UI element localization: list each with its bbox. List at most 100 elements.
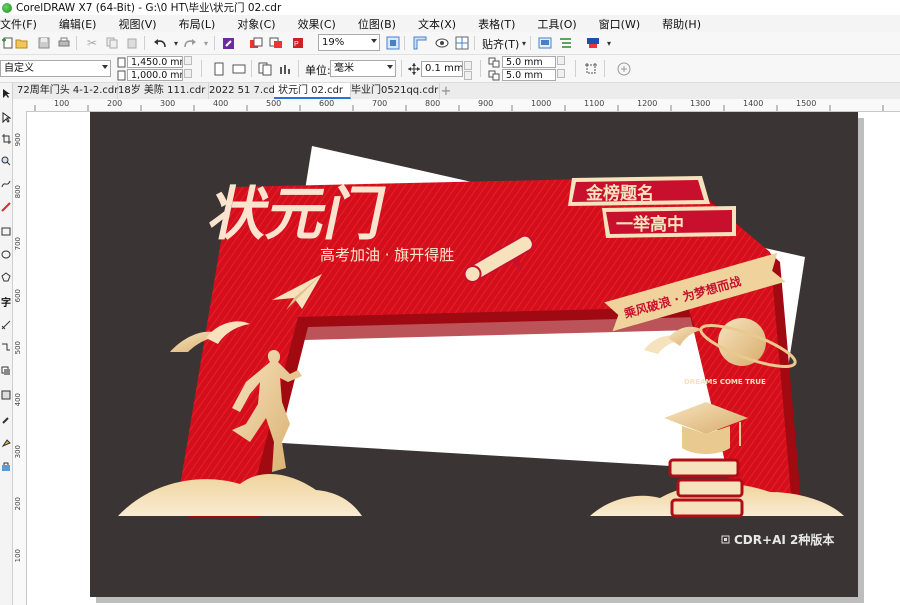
page-height-field[interactable]: 1,000.0 mm bbox=[127, 69, 183, 81]
freehand-tool-icon[interactable] bbox=[1, 178, 11, 190]
edit-bleed-icon[interactable] bbox=[583, 61, 599, 77]
window-title: CorelDRAW X7 (64-Bit) - G:\0 HT\毕业\状元门 0… bbox=[16, 2, 282, 14]
smart-fill-tool-icon[interactable] bbox=[1, 201, 11, 213]
ellipse-tool-icon[interactable] bbox=[1, 248, 11, 260]
paste-icon[interactable] bbox=[124, 35, 140, 51]
add-page-icon[interactable] bbox=[616, 61, 632, 77]
document-tab[interactable]: 18岁 美陈 111.cdr bbox=[114, 83, 209, 99]
menu-text[interactable]: 文本(X) bbox=[418, 16, 456, 32]
document-page[interactable]: 状元门 高考加油 · 旗开得胜 金榜题名 一举高中 乘风破浪 · 为梦想而战 D… bbox=[90, 112, 858, 597]
menu-layout[interactable]: 布局(L) bbox=[179, 16, 216, 32]
ruler-label: 700 bbox=[14, 237, 22, 251]
undo-icon[interactable] bbox=[152, 35, 168, 51]
polygon-tool-icon[interactable] bbox=[1, 271, 11, 283]
all-pages-icon[interactable] bbox=[257, 61, 273, 77]
landscape-icon[interactable] bbox=[231, 61, 247, 77]
menu-object[interactable]: 对象(C) bbox=[237, 16, 275, 32]
standard-toolbar: ✂ ▾ ▾ P 19% 贴齐(T) ▾ ▾ bbox=[0, 32, 900, 55]
ruler-label: 1500 bbox=[796, 99, 817, 108]
import-icon[interactable] bbox=[248, 35, 264, 51]
show-grid-icon[interactable] bbox=[434, 35, 450, 51]
smart-fill-icon[interactable] bbox=[1, 461, 11, 473]
ruler-label: 600 bbox=[319, 99, 335, 108]
menu-view[interactable]: 视图(V) bbox=[118, 16, 156, 32]
ruler-label: 100 bbox=[54, 99, 70, 108]
interactive-fill-tool-icon[interactable] bbox=[1, 437, 11, 449]
rectangle-tool-icon[interactable] bbox=[1, 225, 11, 237]
ruler-label: 100 bbox=[14, 549, 22, 563]
redo-dropdown-icon[interactable]: ▾ bbox=[198, 35, 214, 51]
document-tab-active[interactable]: 状元门 02.cdr bbox=[274, 83, 351, 99]
search-content-icon[interactable] bbox=[220, 35, 236, 51]
export-icon[interactable] bbox=[268, 35, 284, 51]
tab-label: 72周年门头 4-1-2.cdr bbox=[17, 85, 119, 96]
version-note: CDR+AI 2种版本 bbox=[734, 532, 834, 547]
document-tab[interactable]: 72周年门头 4-1-2.cdr bbox=[13, 83, 118, 99]
page-size-combo[interactable]: 自定义 bbox=[0, 60, 111, 77]
toolbox: 字 bbox=[0, 83, 13, 605]
tab-label: 18岁 美陈 111.cdr bbox=[118, 85, 206, 96]
show-guidelines-icon[interactable] bbox=[454, 35, 470, 51]
save-icon[interactable] bbox=[36, 35, 52, 51]
nudge-spinner[interactable] bbox=[464, 61, 472, 80]
snap-to-menu[interactable]: 贴齐(T) bbox=[482, 36, 519, 52]
property-bar: 自定义 1,450.0 mm 1,000.0 mm 单位: 毫米 0.1 mm … bbox=[0, 55, 900, 83]
open-folder-icon[interactable] bbox=[14, 35, 30, 51]
portrait-icon[interactable] bbox=[211, 61, 227, 77]
ruler-label: 800 bbox=[14, 185, 22, 199]
ruler-label: 1000 bbox=[531, 99, 552, 108]
application-launcher-icon[interactable] bbox=[585, 35, 601, 51]
ruler-label: 900 bbox=[478, 99, 494, 108]
launcher-dropdown-icon[interactable]: ▾ bbox=[601, 35, 617, 51]
horizontal-ruler[interactable]: 100 200 300 400 500 600 700 800 900 1000… bbox=[28, 99, 900, 112]
print-icon[interactable] bbox=[56, 35, 72, 51]
ruler-label: 700 bbox=[372, 99, 388, 108]
menu-table[interactable]: 表格(T) bbox=[478, 16, 515, 32]
connector-tool-icon[interactable] bbox=[1, 341, 11, 353]
menu-tools[interactable]: 工具(O) bbox=[537, 16, 576, 32]
duplicate-x-field[interactable]: 5.0 mm bbox=[502, 56, 556, 68]
document-tab[interactable]: 毕业门0521qq.cdr bbox=[347, 83, 440, 99]
height-icon bbox=[116, 69, 126, 81]
redo-icon[interactable] bbox=[182, 35, 198, 51]
shape-tool-icon[interactable] bbox=[1, 111, 11, 123]
zoom-tool-icon[interactable] bbox=[1, 155, 11, 167]
current-page-icon[interactable] bbox=[278, 61, 294, 77]
menu-effects[interactable]: 效果(C) bbox=[298, 16, 336, 32]
cut-icon[interactable]: ✂ bbox=[84, 35, 100, 51]
parallel-dimension-tool-icon[interactable] bbox=[1, 319, 11, 331]
ruler-label: 800 bbox=[425, 99, 441, 108]
subtitle: 高考加油 · 旗开得胜 bbox=[320, 246, 454, 264]
page-width-field[interactable]: 1,450.0 mm bbox=[127, 56, 183, 68]
ruler-label: 600 bbox=[14, 289, 22, 303]
books-and-cap-icon bbox=[664, 402, 748, 518]
units-combo[interactable]: 毫米 bbox=[330, 60, 396, 77]
drop-shadow-tool-icon[interactable] bbox=[1, 365, 11, 377]
menu-file[interactable]: 文件(F) bbox=[0, 16, 37, 32]
transparency-tool-icon[interactable] bbox=[1, 389, 11, 401]
zoom-level-combo[interactable]: 19% bbox=[318, 34, 380, 51]
duplicate-x-icon bbox=[488, 56, 501, 68]
welcome-screen-icon[interactable] bbox=[537, 35, 553, 51]
menu-window[interactable]: 窗口(W) bbox=[599, 16, 640, 32]
eyedropper-tool-icon[interactable] bbox=[1, 413, 11, 425]
new-tab-icon[interactable]: + bbox=[438, 83, 454, 99]
nudge-distance-field[interactable]: 0.1 mm bbox=[421, 61, 463, 77]
menu-edit[interactable]: 编辑(E) bbox=[59, 16, 97, 32]
copy-icon[interactable] bbox=[104, 35, 120, 51]
ruler-label: 300 bbox=[14, 445, 22, 459]
pick-tool-icon[interactable] bbox=[1, 87, 11, 99]
tab-label: 毕业门0521qq.cdr bbox=[351, 85, 439, 96]
show-rulers-icon[interactable] bbox=[412, 35, 428, 51]
text-tool-icon[interactable]: 字 bbox=[1, 295, 11, 309]
options-icon[interactable] bbox=[558, 35, 574, 51]
menu-bitmap[interactable]: 位图(B) bbox=[358, 16, 396, 32]
crop-tool-icon[interactable] bbox=[1, 133, 11, 145]
zoom-level-value: 19% bbox=[322, 37, 345, 48]
publish-pdf-icon[interactable]: P bbox=[290, 35, 306, 51]
document-tab[interactable]: 2022 51 7.cdr bbox=[205, 83, 279, 99]
vertical-ruler[interactable]: 900 800 700 600 500 400 300 200 100 bbox=[13, 111, 27, 605]
menu-help[interactable]: 帮助(H) bbox=[662, 16, 701, 32]
full-screen-preview-icon[interactable] bbox=[385, 35, 401, 51]
duplicate-y-field[interactable]: 5.0 mm bbox=[502, 69, 556, 81]
